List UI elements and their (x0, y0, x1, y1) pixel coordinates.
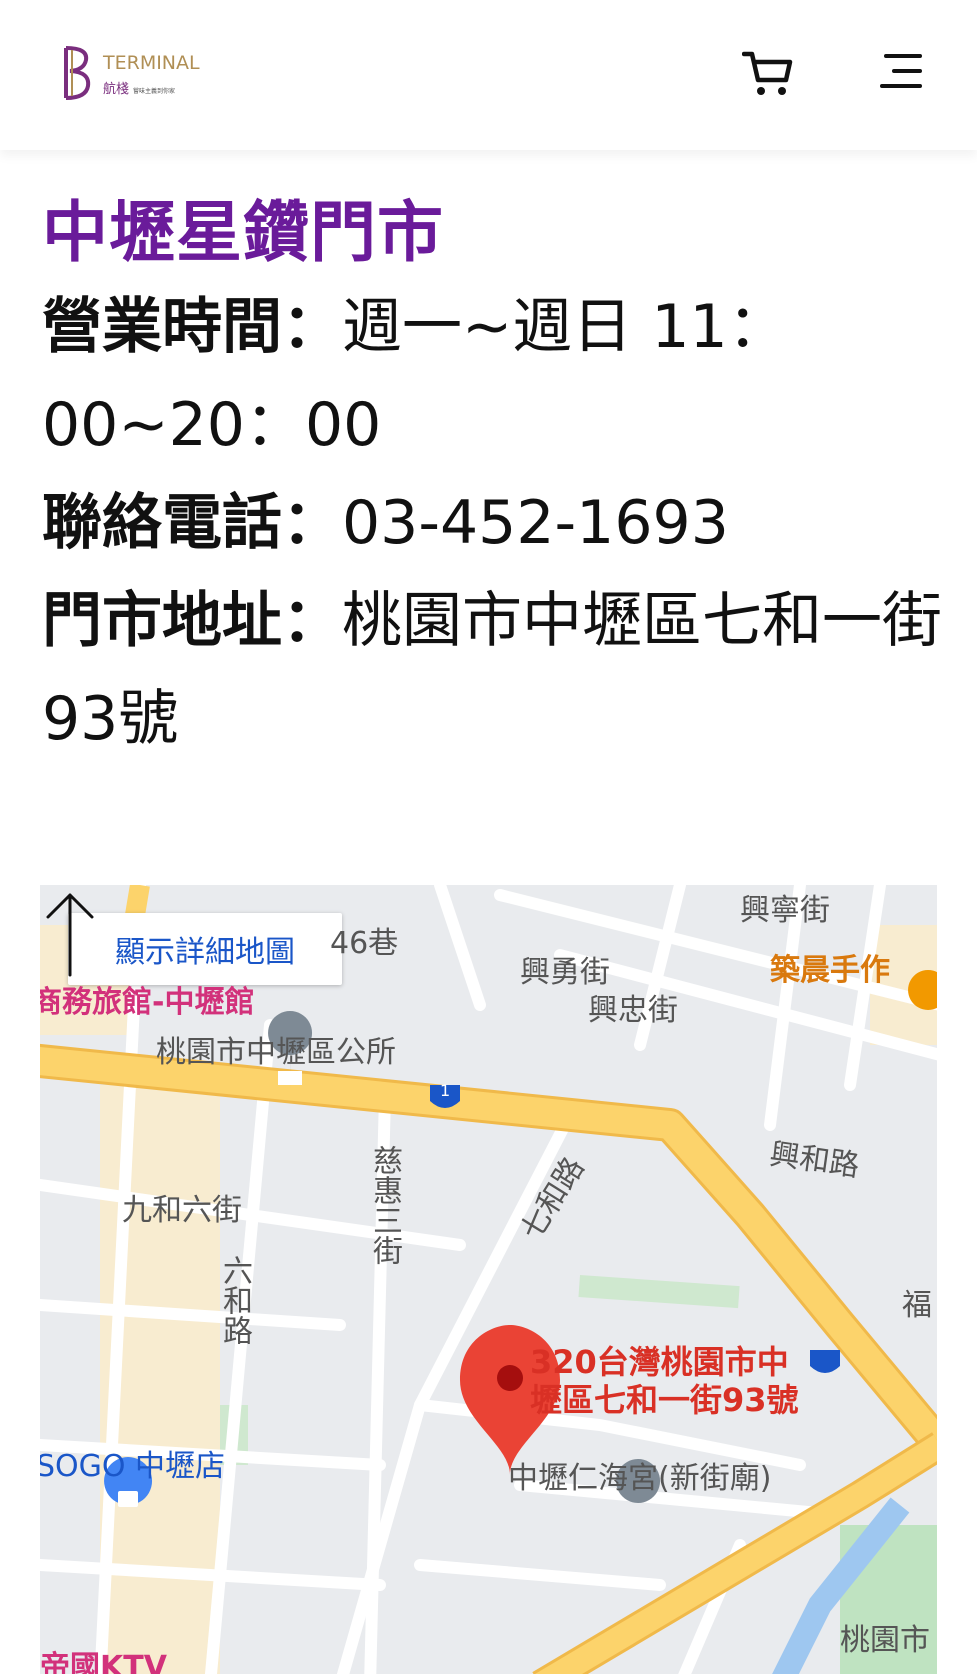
address-label: 門市地址： (42, 586, 342, 656)
map-label-lane46: 46巷 (330, 926, 399, 961)
map-label-fu: 福 (902, 1288, 932, 1323)
map-label-liuhe: 六和路 (217, 1255, 252, 1345)
map-label-district-office: 桃園市中壢區公所 (156, 1035, 396, 1070)
cart-icon[interactable] (742, 50, 794, 98)
map-label-taoyuan: 桃園市 (840, 1623, 930, 1658)
logo-brand-text: TERMINAL (103, 52, 200, 74)
map-label-ktv: 帝國KTV (40, 1650, 167, 1674)
store-hours: 營業時間：週一~週日 11：00~20：00 (42, 278, 942, 474)
store-info: 中壢星鑽門市 營業時間：週一~週日 11：00~20：00 聯絡電話：03-45… (42, 188, 942, 768)
logo-sub-text: 航棧 嘗味主義到你家 (103, 78, 175, 97)
map-label-cihui3: 慈惠三街 (367, 1145, 402, 1265)
map-label-sogo: SOGO 中壢店 (40, 1449, 226, 1484)
hamburger-menu-icon[interactable] (880, 54, 926, 94)
marker-address-label: 320台灣桃園市中 壢區七和一街93號 (530, 1343, 799, 1419)
map-label-xingzhong: 興忠街 (588, 993, 678, 1028)
logo-tagline: 嘗味主義到你家 (133, 88, 176, 95)
map-label-renhai: 中壢仁海宮(新街廟) (508, 1461, 772, 1496)
logo-mark-icon (64, 46, 91, 100)
store-phone: 聯絡電話：03-452-1693 (42, 474, 942, 572)
terminal-logo[interactable]: TERMINAL 航棧 嘗味主義到你家 (58, 44, 218, 104)
store-map[interactable]: 顯示詳細地圖 46巷 興寧街 興勇街 興忠街 築晨手作 商務旅館-中壢館 桃園市… (40, 885, 937, 1674)
map-label-zhuchen: 築晨手作 (770, 953, 890, 988)
map-label-xingning: 興寧街 (740, 893, 830, 928)
route-shield-label: 1 (440, 1081, 451, 1100)
store-address: 門市地址：桃園市中壢區七和一街93號 (42, 572, 942, 768)
logo-sub-name: 航棧 (103, 82, 130, 97)
phone-label: 聯絡電話： (42, 488, 342, 558)
store-name: 中壢星鑽門市 (42, 194, 444, 271)
hours-label: 營業時間： (42, 292, 342, 362)
site-header: TERMINAL 航棧 嘗味主義到你家 (0, 0, 977, 150)
up-arrow-icon[interactable] (40, 885, 100, 985)
phone-value[interactable]: 03-452-1693 (342, 488, 729, 558)
marker-label-line2: 壢區七和一街93號 (530, 1381, 799, 1419)
view-larger-map-button[interactable]: 顯示詳細地圖 (68, 913, 342, 985)
map-label-jiuhe6: 九和六街 (122, 1193, 242, 1228)
marker-label-line1: 320台灣桃園市中 (530, 1343, 789, 1381)
